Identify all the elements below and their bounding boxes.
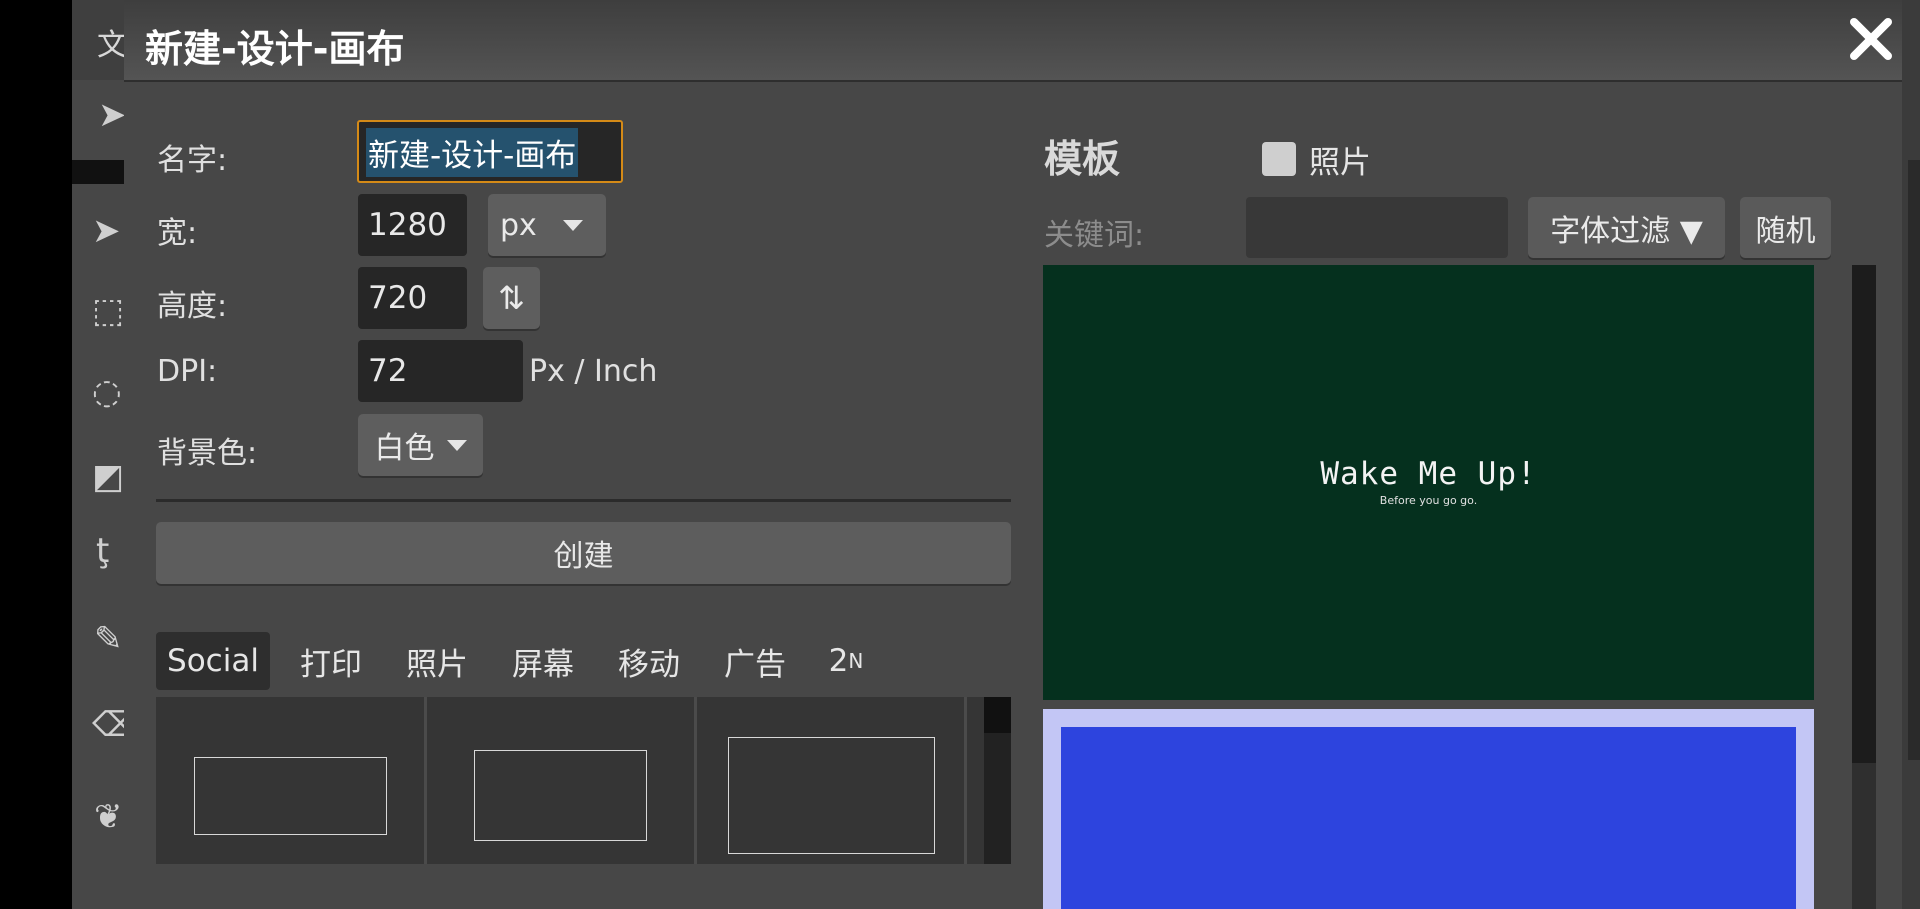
- crop-icon[interactable]: ţ: [96, 534, 109, 568]
- photo-checkbox-label: 照片: [1309, 145, 1371, 181]
- preset-size-item[interactable]: [728, 737, 935, 854]
- preset-separator: [964, 697, 967, 864]
- tab-screen[interactable]: 屏幕: [498, 632, 588, 690]
- height-input-value: 720: [368, 280, 428, 316]
- height-label: 高度:: [157, 289, 228, 324]
- preset-scrollbar-thumb[interactable]: [984, 697, 1011, 733]
- photo-checkbox[interactable]: [1262, 142, 1296, 176]
- preset-size-item[interactable]: [474, 750, 647, 841]
- create-button[interactable]: 创建: [156, 522, 1011, 584]
- keyword-input[interactable]: [1246, 197, 1508, 258]
- width-label: 宽:: [157, 216, 198, 251]
- background-menu-label[interactable]: 文: [97, 20, 127, 64]
- tab-ads[interactable]: 广告: [710, 632, 800, 690]
- width-input-value: 1280: [368, 207, 447, 243]
- template-card-title: Wake Me Up!: [1320, 456, 1537, 492]
- magic-select-icon[interactable]: ◩: [92, 460, 124, 494]
- template-card-content: [1061, 727, 1796, 909]
- tab-label: 照片: [406, 646, 468, 683]
- tab-label: 打印: [300, 646, 362, 683]
- brush-icon[interactable]: ❦: [94, 800, 123, 834]
- tab-label: 移动: [618, 646, 680, 683]
- tab-social[interactable]: Social: [156, 632, 270, 690]
- random-button[interactable]: 随机: [1740, 197, 1831, 258]
- dialog-title: 新建-设计-画布: [145, 27, 405, 71]
- tab-print[interactable]: 打印: [286, 632, 376, 690]
- height-input[interactable]: 720: [358, 267, 467, 329]
- background-app-edge: [0, 0, 72, 909]
- chevron-down-icon: [446, 439, 467, 451]
- templates-title: 模板: [1044, 137, 1121, 181]
- font-filter-dropdown[interactable]: 字体过滤 ▼: [1528, 197, 1725, 258]
- close-icon: [1850, 18, 1892, 60]
- create-button-label: 创建: [553, 539, 614, 574]
- unit-dropdown[interactable]: px: [488, 194, 606, 256]
- tab-mobile[interactable]: 移动: [604, 632, 694, 690]
- name-input-value: 新建-设计-画布: [366, 128, 579, 177]
- tab-label: Social: [167, 643, 259, 679]
- font-filter-label: 字体过滤 ▼: [1550, 213, 1703, 249]
- swap-dimensions-button[interactable]: ⇅: [483, 267, 540, 329]
- close-button[interactable]: [1846, 12, 1896, 66]
- lasso-icon[interactable]: ◌: [92, 375, 122, 409]
- name-label: 名字:: [157, 143, 228, 178]
- background-color-value: 白色: [374, 431, 435, 466]
- preset-separator: [424, 697, 427, 864]
- tab-label: 广告: [724, 646, 786, 683]
- random-button-label: 随机: [1755, 213, 1816, 249]
- background-color-label: 背景色:: [157, 436, 258, 471]
- dpi-input[interactable]: 72: [358, 340, 523, 402]
- template-card-subtitle: Before you go go.: [1379, 494, 1478, 507]
- background-color-dropdown[interactable]: 白色: [358, 414, 483, 476]
- tab-superscript: N: [848, 649, 864, 673]
- preset-size-item[interactable]: [194, 757, 387, 835]
- name-input[interactable]: 新建-设计-画布: [357, 120, 623, 183]
- unit-value: px: [500, 207, 537, 243]
- width-input[interactable]: 1280: [358, 194, 467, 256]
- keyword-label: 关键词:: [1044, 218, 1145, 253]
- tab-photo[interactable]: 照片: [392, 632, 482, 690]
- tab-label: 2: [828, 643, 849, 679]
- toolbar-separator: [72, 160, 126, 184]
- swap-arrows-icon: ⇅: [498, 279, 525, 317]
- preset-separator: [694, 697, 697, 864]
- background-toolbar: [72, 0, 126, 909]
- cursor-arrow-icon[interactable]: ➤: [98, 98, 127, 132]
- cursor-arrow-icon[interactable]: ➤: [92, 214, 121, 248]
- tab-power-of-two[interactable]: 2N: [816, 632, 876, 690]
- templates-scrollbar-thumb[interactable]: [1852, 265, 1876, 763]
- pen-icon[interactable]: ✎: [94, 622, 123, 656]
- background-scrollbar[interactable]: [1908, 160, 1920, 760]
- dpi-input-value: 72: [368, 353, 408, 389]
- marquee-select-icon[interactable]: ⬚: [92, 294, 124, 328]
- divider: [156, 499, 1011, 502]
- chevron-down-icon: [562, 219, 583, 231]
- dpi-label: DPI:: [157, 354, 218, 389]
- tab-label: 屏幕: [512, 646, 574, 683]
- dpi-unit-label: Px / Inch: [529, 354, 658, 389]
